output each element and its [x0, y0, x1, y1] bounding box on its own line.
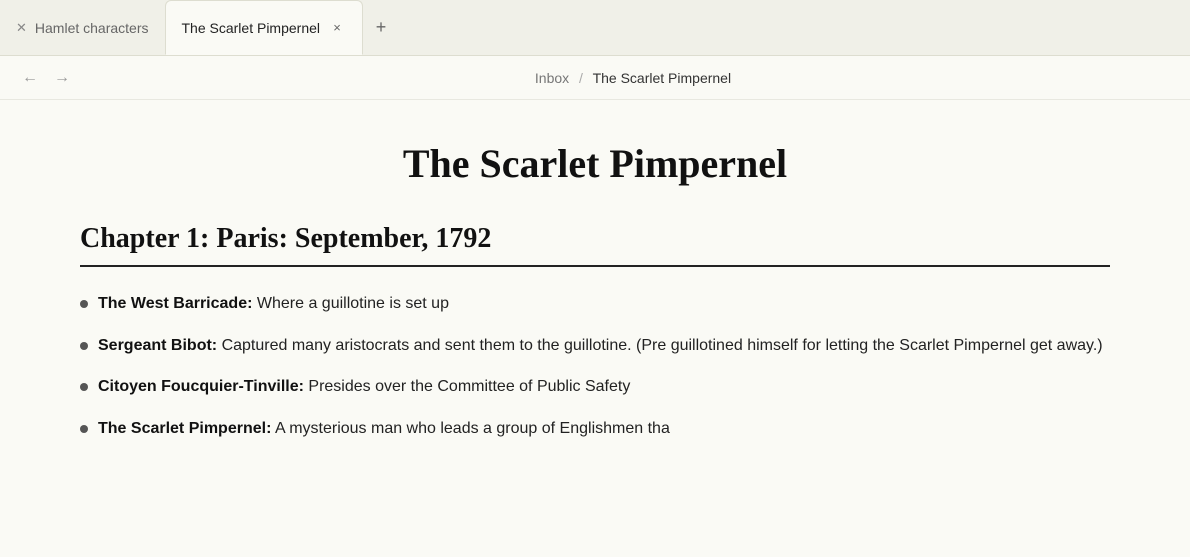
bullet-icon [80, 342, 88, 350]
main-content: The Scarlet Pimpernel Chapter 1: Paris: … [0, 100, 1190, 497]
item-bold: The West Barricade: [98, 295, 252, 312]
tab-label-hamlet: Hamlet characters [35, 20, 149, 36]
bullet-icon [80, 425, 88, 433]
item-text: Citoyen Foucquier-Tinville: Presides ove… [98, 374, 1110, 400]
item-bold: Sergeant Bibot: [98, 337, 217, 354]
breadcrumb-root[interactable]: Inbox [535, 70, 569, 86]
items-list: The West Barricade: Where a guillotine i… [80, 291, 1110, 441]
item-description: Captured many aristocrats and sent them … [222, 337, 1103, 354]
item-description: A mysterious man who leads a group of En… [275, 420, 670, 437]
forward-button[interactable]: → [48, 65, 76, 91]
bullet-icon [80, 300, 88, 308]
chapter-heading: Chapter 1: Paris: September, 1792 [80, 223, 1110, 267]
breadcrumb-separator: / [579, 70, 583, 86]
new-tab-button[interactable]: + [363, 0, 399, 55]
back-button[interactable]: ← [16, 65, 44, 91]
tab-label-scarlet: The Scarlet Pimpernel [182, 20, 321, 36]
tab-close-button[interactable]: × [328, 19, 346, 37]
breadcrumb: Inbox / The Scarlet Pimpernel [92, 70, 1174, 86]
page-title: The Scarlet Pimpernel [80, 140, 1110, 187]
item-bold: The Scarlet Pimpernel: [98, 420, 271, 437]
item-bold: Citoyen Foucquier-Tinville: [98, 378, 304, 395]
item-text: The Scarlet Pimpernel: A mysterious man … [98, 416, 1110, 442]
list-item: The Scarlet Pimpernel: A mysterious man … [80, 416, 1110, 442]
item-description: Where a guillotine is set up [257, 295, 449, 312]
breadcrumb-current: The Scarlet Pimpernel [593, 70, 732, 86]
nav-bar: ← → Inbox / The Scarlet Pimpernel [0, 56, 1190, 100]
list-item: The West Barricade: Where a guillotine i… [80, 291, 1110, 317]
list-item: Citoyen Foucquier-Tinville: Presides ove… [80, 374, 1110, 400]
list-item: Sergeant Bibot: Captured many aristocrat… [80, 333, 1110, 359]
item-text: Sergeant Bibot: Captured many aristocrat… [98, 333, 1110, 359]
bullet-icon [80, 383, 88, 391]
item-text: The West Barricade: Where a guillotine i… [98, 291, 1110, 317]
tab-hamlet-characters[interactable]: ✕ Hamlet characters [0, 0, 165, 55]
tab-icon-hamlet: ✕ [16, 20, 27, 36]
item-description: Presides over the Committee of Public Sa… [308, 378, 630, 395]
tab-bar: ✕ Hamlet characters The Scarlet Pimperne… [0, 0, 1190, 56]
tab-scarlet-pimpernel[interactable]: The Scarlet Pimpernel × [165, 0, 364, 55]
nav-arrows: ← → [16, 65, 76, 91]
